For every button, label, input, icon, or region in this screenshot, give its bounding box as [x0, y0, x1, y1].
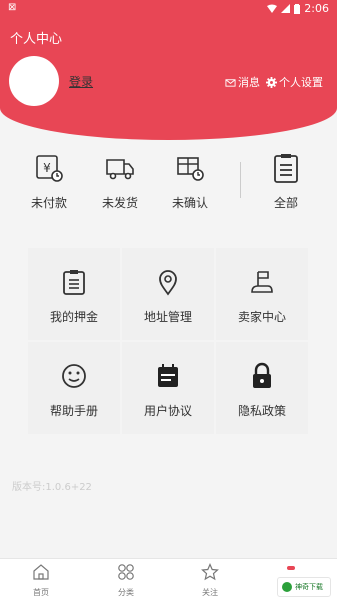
bottom-tabbar: 首页 分类 关注 神奇下载 — [0, 558, 337, 600]
tab-indicator — [287, 566, 295, 570]
truck-icon — [106, 159, 134, 180]
watermark-logo: 神奇下载 — [277, 577, 331, 597]
grid-agreement[interactable]: 用户协议 — [122, 342, 214, 434]
order-shortcuts: ¥ 未付款 未发货 未确认 全部 — [0, 152, 337, 222]
home-icon — [33, 564, 49, 580]
signal-icon — [281, 4, 291, 13]
grid-address-label: 地址管理 — [143, 310, 192, 324]
gear-icon — [266, 76, 277, 88]
order-unconfirmed-label: 未确认 — [171, 196, 208, 210]
status-bar: ⊠ 2:06 — [0, 0, 337, 18]
status-time: 2:06 — [304, 2, 329, 15]
status-notification: ⊠ — [8, 2, 17, 13]
order-unpaid[interactable]: ¥ 未付款 — [19, 152, 79, 211]
service-grid: 我的押金 地址管理 卖家中心 帮助手册 用户协议 隐私政策 — [28, 248, 308, 434]
page-title: 个人中心 — [10, 32, 63, 47]
grid-privacy-label: 隐私政策 — [237, 404, 286, 418]
battery-icon — [294, 3, 301, 14]
tab-home-label: 首页 — [33, 588, 49, 597]
tab-category-label: 分类 — [118, 588, 134, 597]
grid-seller-label: 卖家中心 — [237, 310, 286, 324]
watermark-text: 神奇下载 — [295, 583, 323, 591]
settings-label: 个人设置 — [279, 76, 323, 89]
grid-address[interactable]: 地址管理 — [122, 248, 214, 340]
leaf-icon — [282, 582, 292, 592]
lock-icon — [253, 362, 271, 388]
avatar[interactable] — [9, 56, 59, 106]
svg-text:¥: ¥ — [43, 161, 51, 175]
deposit-icon — [63, 270, 85, 295]
login-link[interactable]: 登录 — [69, 73, 93, 90]
flag-icon — [251, 271, 273, 293]
confirm-icon — [177, 157, 204, 181]
calendar-icon — [158, 364, 178, 387]
order-unshipped-label: 未发货 — [101, 196, 138, 210]
wifi-icon — [267, 4, 278, 13]
tab-follow[interactable]: 关注 — [190, 563, 230, 598]
list-icon — [274, 154, 298, 183]
settings-button[interactable]: 个人设置 — [266, 74, 323, 90]
tab-home[interactable]: 首页 — [21, 563, 61, 598]
grid-deposit[interactable]: 我的押金 — [28, 248, 120, 340]
order-divider — [240, 162, 241, 198]
mail-icon — [225, 78, 236, 87]
smile-icon — [62, 364, 86, 388]
grid-deposit-label: 我的押金 — [49, 310, 98, 324]
order-all-label: 全部 — [273, 196, 298, 210]
status-right: 2:06 — [267, 2, 329, 15]
category-icon — [118, 564, 134, 580]
star-icon — [201, 563, 219, 581]
version-text: 版本号:1.0.6+22 — [12, 482, 92, 493]
message-label: 消息 — [238, 76, 260, 89]
grid-agreement-label: 用户协议 — [143, 404, 192, 418]
order-all[interactable]: 全部 — [256, 152, 316, 211]
grid-help[interactable]: 帮助手册 — [28, 342, 120, 434]
grid-help-label: 帮助手册 — [49, 404, 98, 418]
order-unshipped[interactable]: 未发货 — [90, 152, 150, 211]
tab-follow-label: 关注 — [202, 588, 218, 597]
message-button[interactable]: 消息 — [225, 74, 260, 90]
order-unconfirmed[interactable]: 未确认 — [160, 152, 220, 211]
unpaid-icon: ¥ — [36, 155, 63, 182]
grid-privacy[interactable]: 隐私政策 — [216, 342, 308, 434]
location-icon — [159, 270, 177, 296]
tab-category[interactable]: 分类 — [106, 563, 146, 598]
grid-seller[interactable]: 卖家中心 — [216, 248, 308, 340]
order-unpaid-label: 未付款 — [30, 196, 67, 210]
header-actions: 消息 个人设置 — [225, 74, 323, 90]
